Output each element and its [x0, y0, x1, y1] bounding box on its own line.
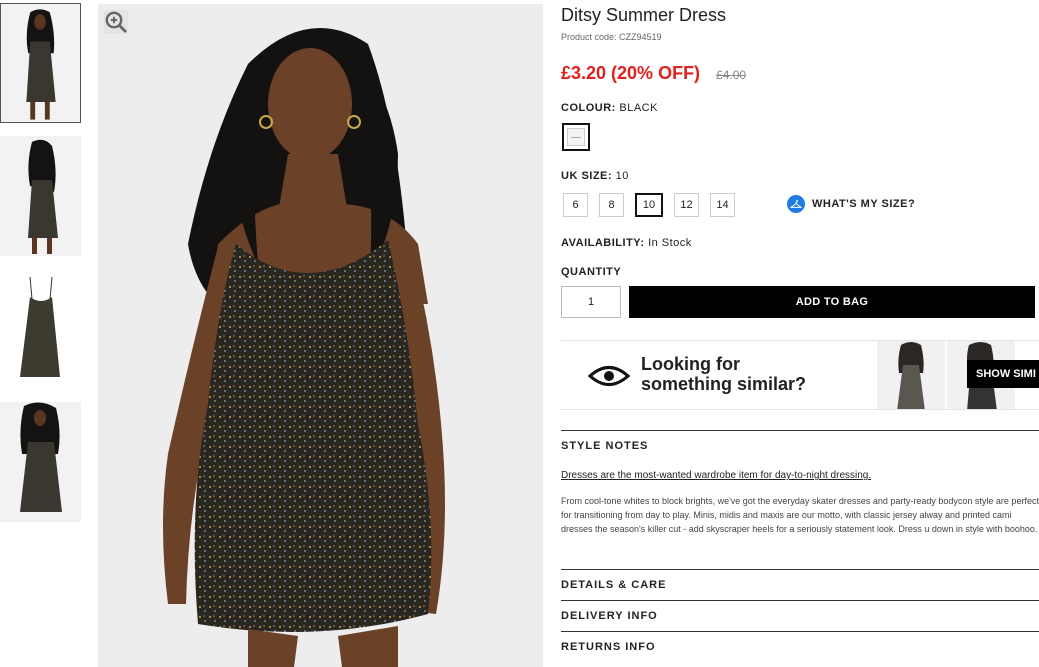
- original-price: £4.00: [716, 68, 747, 82]
- zoom-icon[interactable]: [104, 10, 128, 34]
- sale-price: £3.20 (20% OFF): [561, 63, 701, 83]
- details-care-accordion[interactable]: DETAILS & CARE: [561, 569, 1039, 591]
- thumbnail-front[interactable]: [0, 3, 81, 123]
- colour-swatch-black[interactable]: [562, 123, 590, 151]
- thumbnail-side-image: [0, 402, 81, 522]
- show-similar-button[interactable]: SHOW SIMI: [967, 360, 1039, 388]
- returns-info-accordion[interactable]: RETURNS INFO: [561, 631, 1039, 653]
- size-guide-label: WHAT'S MY SIZE?: [812, 198, 916, 210]
- main-product-image[interactable]: [98, 4, 543, 667]
- size-value: 10: [615, 170, 629, 182]
- quantity-label: QUANTITY: [561, 266, 621, 278]
- style-notes-body: From cool-tone whites to block brights, …: [561, 496, 1039, 534]
- similar-items-banner: Looking for something similar? SHOW SIMI: [561, 340, 1039, 410]
- colour-label: COLOUR: BLACK: [561, 102, 658, 114]
- similar-heading-line1: Looking for: [641, 354, 740, 374]
- size-label-key: UK SIZE:: [561, 170, 613, 182]
- similar-heading-line2: something similar?: [641, 374, 807, 394]
- delivery-info-accordion[interactable]: DELIVERY INFO: [561, 600, 1039, 622]
- size-option-10[interactable]: 10: [635, 193, 663, 217]
- style-notes-heading[interactable]: STYLE NOTES: [561, 430, 1039, 452]
- similar-item-image[interactable]: [877, 341, 945, 409]
- thumbnail-flat[interactable]: [0, 269, 81, 389]
- colour-label-key: COLOUR:: [561, 102, 616, 114]
- style-notes-lead: Dresses are the most-wanted wardrobe ite…: [561, 470, 872, 481]
- hanger-icon: [787, 195, 805, 213]
- thumbnail-back-image: [0, 136, 81, 256]
- quantity-label-text: QUANTITY: [561, 266, 622, 278]
- size-guide-link[interactable]: WHAT'S MY SIZE?: [787, 195, 915, 213]
- colour-value: BLACK: [619, 102, 658, 114]
- size-options: 6 8 10 12 14: [563, 193, 735, 217]
- size-option-6[interactable]: 6: [563, 193, 588, 217]
- swatch-image: [567, 128, 585, 146]
- availability: AVAILABILITY: In Stock: [561, 237, 692, 249]
- similar-heading: Looking for something similar?: [641, 354, 806, 394]
- size-option-8[interactable]: 8: [599, 193, 624, 217]
- price-row: £3.20 (20% OFF) £4.00: [561, 63, 746, 84]
- size-label: UK SIZE: 10: [561, 170, 629, 182]
- availability-value: In Stock: [648, 237, 692, 249]
- product-code: Product code: CZZ94519: [561, 32, 662, 42]
- thumbnail-list: [0, 3, 82, 535]
- thumbnail-side[interactable]: [0, 402, 81, 522]
- model-photo: [98, 4, 543, 667]
- thumbnail-back[interactable]: [0, 136, 81, 256]
- thumbnail-flat-image: [0, 269, 81, 389]
- quantity-input[interactable]: [561, 286, 621, 318]
- add-to-bag-button[interactable]: ADD TO BAG: [629, 286, 1035, 318]
- availability-label: AVAILABILITY:: [561, 237, 645, 249]
- product-title: Ditsy Summer Dress: [561, 5, 727, 25]
- size-option-12[interactable]: 12: [674, 193, 699, 217]
- eye-icon: [587, 363, 631, 394]
- thumbnail-front-image: [1, 4, 80, 122]
- size-option-14[interactable]: 14: [710, 193, 735, 217]
